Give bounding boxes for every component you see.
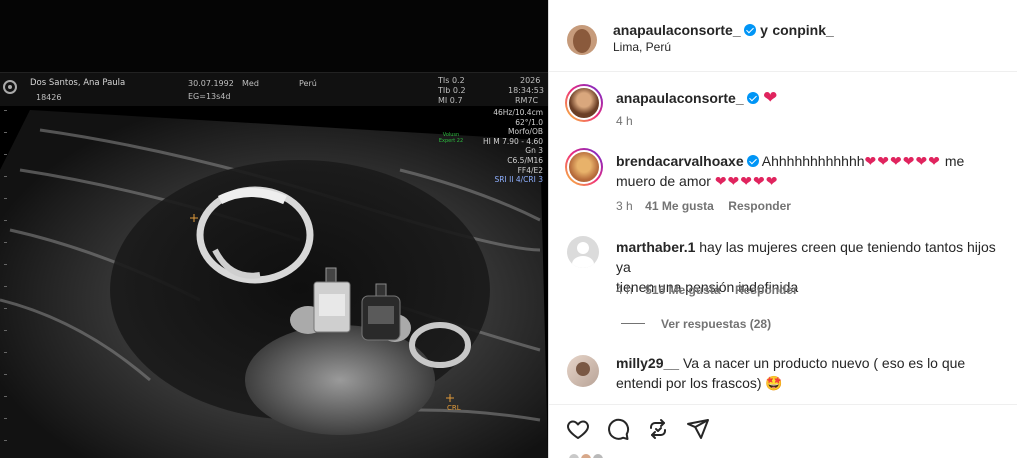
verified-badge-icon: [746, 92, 759, 104]
ultrasound-param-5: C6.5/M16: [507, 155, 543, 165]
ultrasound-crl-label: CRL: [447, 404, 461, 412]
comment-likes[interactable]: 516 Me gusta: [645, 283, 720, 297]
view-replies-line: [621, 323, 645, 324]
ultrasound-param-2: Morfo/OB: [508, 127, 543, 137]
comment-body-line2: entendi por los frascos): [616, 375, 762, 391]
comment-avatar-brenda[interactable]: [565, 148, 603, 186]
ultrasound-param-blue: SRI II 4/CRI 3: [494, 175, 544, 185]
post-media-ultrasound[interactable]: Dos Santos, Ana Paula 18426 30.07.1992 E…: [0, 0, 548, 458]
comment-reply-button[interactable]: Responder: [728, 199, 791, 213]
comment-hearts: ❤❤❤❤❤: [714, 173, 779, 189]
ultrasound-param-6: FF4/E2: [517, 165, 543, 175]
post-author-line: anapaulaconsorte_ y conpink_: [613, 20, 834, 40]
ultrasound-date: 30.07.1992: [188, 79, 234, 88]
comment-body: Va a nacer un producto nuevo ( eso es lo…: [682, 355, 966, 371]
post-author-joiner: y: [760, 22, 768, 38]
post-sidebar: anapaulaconsorte_ y conpink_ Lima, Perú …: [548, 0, 1017, 458]
comment-likes[interactable]: 41 Me gusta: [645, 199, 714, 213]
comment-hearts: ❤❤❤❤❤❤: [864, 153, 941, 169]
comment-text-milly: milly29__ Va a nacer un producto nuevo (…: [616, 353, 1011, 393]
comment-body-mid: me: [944, 153, 965, 169]
ultrasound-time: 18:34:53: [508, 86, 544, 95]
author-avatar[interactable]: [567, 25, 597, 55]
caption-heart-emoji: ❤: [763, 88, 779, 107]
repost-icon[interactable]: [646, 417, 670, 441]
post-author-username[interactable]: anapaulaconsorte_: [613, 22, 741, 38]
comment-username[interactable]: milly29__: [616, 355, 679, 371]
ultrasound-image: [0, 110, 548, 458]
comment-emoji: 🤩: [765, 375, 783, 391]
comment-meta-brenda: 3 h 41 Me gusta Responder: [616, 197, 791, 215]
ultrasound-mode: Med: [242, 79, 259, 88]
ultrasound-patient-id: 18426: [36, 93, 62, 102]
verified-badge-icon: [746, 155, 759, 167]
ultrasound-param-1: 62°/1.0: [515, 117, 543, 127]
ultrasound-location: Perú: [299, 79, 317, 88]
heart-icon[interactable]: [566, 417, 590, 441]
post-header: anapaulaconsorte_ y conpink_ Lima, Perú: [549, 0, 1017, 72]
view-replies-button[interactable]: Ver respuestas (28): [661, 317, 771, 331]
comment-reply-button[interactable]: Responder: [735, 283, 798, 297]
comment-time[interactable]: 3 h: [616, 199, 633, 213]
ultrasound-green-label: Volusn Expert 22: [438, 132, 464, 144]
comment-username[interactable]: marthaber.1: [616, 239, 695, 255]
comment-time[interactable]: 4 h: [616, 283, 633, 297]
actions-divider: [549, 404, 1017, 405]
ultrasound-param-4: Gn 3: [525, 146, 543, 156]
ultrasound-year: 2026: [520, 76, 541, 85]
ultrasound-param-3: HI M 7.90 - 4.60: [483, 136, 543, 146]
ultrasound-param-0: 46Hz/10.4cm: [493, 108, 543, 117]
comment-icon[interactable]: [606, 417, 630, 441]
comment-body: Ahhhhhhhhhhhh: [761, 153, 865, 169]
ultrasound-index-1: TIb 0.2: [438, 86, 466, 95]
caption-username[interactable]: anapaulaconsorte_: [616, 90, 744, 106]
comment-avatar-marthaber[interactable]: [567, 236, 599, 268]
comment-avatar-milly[interactable]: [567, 355, 599, 387]
post-location[interactable]: Lima, Perú: [613, 40, 671, 54]
comment-text-brenda: brendacarvalhoaxe Ahhhhhhhhhhhh❤❤❤❤❤❤ me…: [616, 151, 1011, 191]
ultrasound-depth-scale: [4, 110, 7, 450]
share-icon[interactable]: [686, 417, 710, 441]
caption-avatar[interactable]: [565, 84, 603, 122]
ultrasound-index-0: TIs 0.2: [438, 76, 465, 85]
comment-username[interactable]: brendacarvalhoaxe: [616, 153, 744, 169]
post-collaborator-username[interactable]: conpink_: [772, 22, 833, 38]
verified-badge-icon: [743, 24, 756, 36]
caption-time[interactable]: 4 h: [616, 114, 633, 128]
ultrasound-patient-name: Dos Santos, Ana Paula: [30, 78, 126, 88]
ultrasound-ga: EG=13s4d: [188, 92, 231, 101]
ultrasound-logo-icon: [3, 80, 17, 94]
ultrasound-probe: RM7C: [515, 96, 539, 105]
comment-meta-marthaber: 4 h 516 Me gusta Responder: [616, 281, 798, 299]
ultrasound-index-2: MI 0.7: [438, 96, 463, 105]
liked-by-avatar[interactable]: [591, 452, 605, 458]
comment-body-line2: muero de amor: [616, 173, 711, 189]
caption-line: anapaulaconsorte_ ❤: [616, 88, 778, 108]
ultrasound-parameters: 46Hz/10.4cm 62°/1.0 Morfo/OB HI M 7.90 -…: [483, 108, 543, 185]
